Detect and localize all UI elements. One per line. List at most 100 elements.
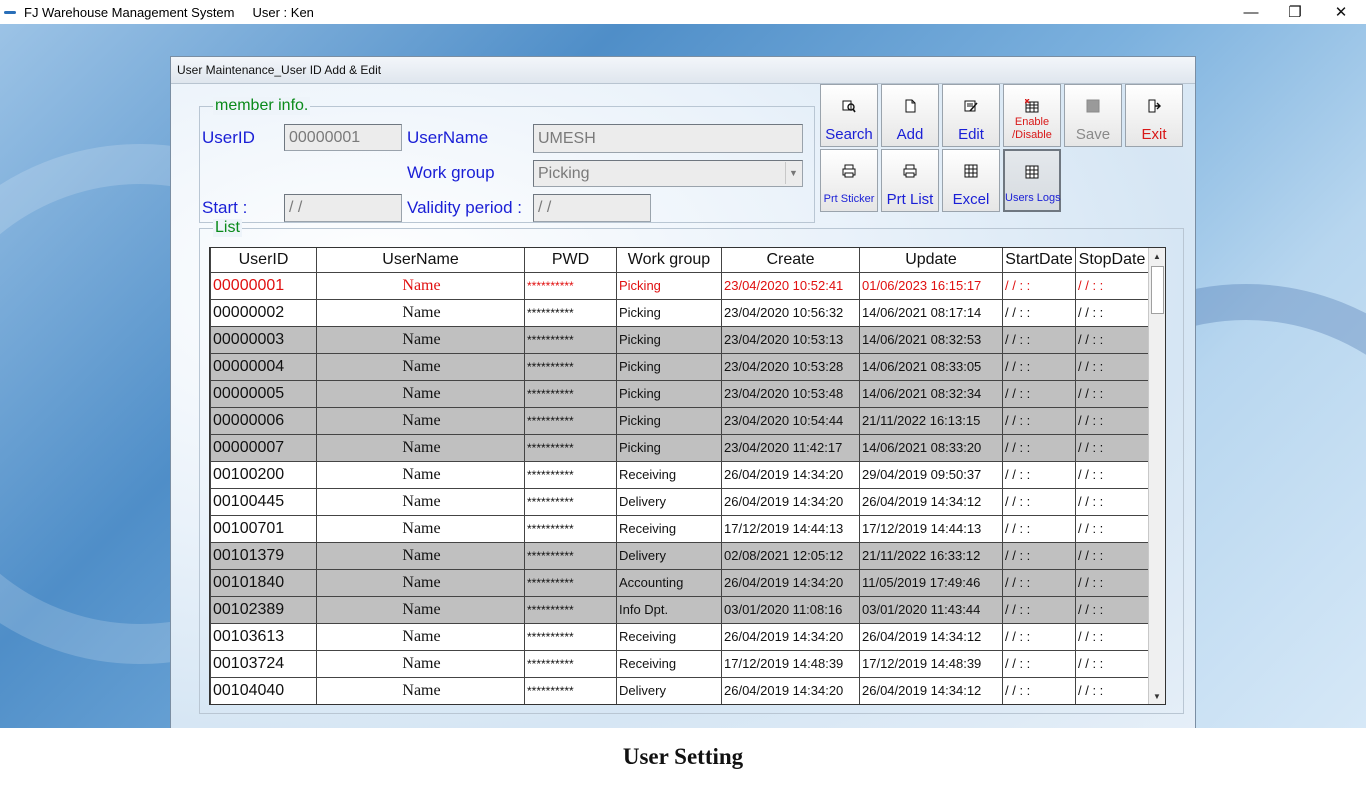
restore-icon[interactable]: ❐ <box>1272 0 1318 24</box>
cell-update: 14/06/2021 08:33:05 <box>859 352 1003 381</box>
add-button[interactable]: Add <box>881 84 939 147</box>
cell-create: 26/04/2019 14:34:20 <box>721 676 860 704</box>
table-row[interactable]: 00103724 Name ********** Receiving 17/12/201… <box>210 649 1149 678</box>
col-header-startdate[interactable]: StartDate <box>1002 248 1076 273</box>
cell-pwd: ********** <box>524 271 617 300</box>
cell-stop: / / : : <box>1075 379 1149 408</box>
col-header-workgroup[interactable]: Work group <box>616 248 722 273</box>
cell-create: 23/04/2020 10:53:13 <box>721 325 860 354</box>
table-row[interactable]: 00103613 Name ********** Receiving 26/04/201… <box>210 622 1149 651</box>
print-list-button[interactable]: Prt List <box>881 149 939 212</box>
cell-start: / / : : <box>1002 298 1076 327</box>
table-row[interactable]: 00100445 Name ********** Delivery 26/04/2019… <box>210 487 1149 516</box>
scroll-down-icon[interactable]: ▼ <box>1149 688 1165 704</box>
workgroup-label: Work group <box>407 163 495 182</box>
table-row[interactable]: 00000002 Name ********** Picking 23/04/2020 … <box>210 298 1149 327</box>
table-row[interactable]: 00100701 Name ********** Receiving 17/12/201… <box>210 514 1149 543</box>
cell-id: 00000003 <box>210 325 317 354</box>
cell-stop: / / : : <box>1075 541 1149 570</box>
userid-field[interactable]: 00000001 <box>284 124 402 151</box>
cell-stop: / / : : <box>1075 676 1149 704</box>
cell-id: 00000002 <box>210 298 317 327</box>
cell-id: 00100200 <box>210 460 317 489</box>
vertical-scrollbar[interactable]: ▲ ▼ <box>1148 248 1165 704</box>
cell-name: Name <box>316 352 525 381</box>
cell-pwd: ********** <box>524 514 617 543</box>
cell-name: Name <box>316 622 525 651</box>
table-row[interactable]: 00000001 Name ********** Picking 23/04/2020 … <box>210 271 1149 300</box>
close-icon[interactable]: ✕ <box>1318 0 1364 24</box>
user-list-grid[interactable]: UserID UserName PWD Work group Create Up… <box>209 247 1166 705</box>
cell-pwd: ********** <box>524 352 617 381</box>
exit-button[interactable]: Exit <box>1125 84 1183 147</box>
col-header-create[interactable]: Create <box>721 248 860 273</box>
cell-update: 21/11/2022 16:13:15 <box>859 406 1003 435</box>
cell-group: Delivery <box>616 487 722 516</box>
col-header-pwd[interactable]: PWD <box>524 248 617 273</box>
table-row[interactable]: 00104040 Name ********** Delivery 26/04/2019… <box>210 676 1149 704</box>
cell-name: Name <box>316 433 525 462</box>
table-row[interactable]: 00000004 Name ********** Picking 23/04/2020 … <box>210 352 1149 381</box>
table-row[interactable]: 00102389 Name ********** Info Dpt. 03/01/202… <box>210 595 1149 624</box>
table-row[interactable]: 00000007 Name ********** Picking 23/04/2020 … <box>210 433 1149 462</box>
users-logs-button[interactable]: Users Logs <box>1003 149 1061 212</box>
user-maintenance-dialog: User Maintenance_User ID Add & Edit memb… <box>170 56 1196 728</box>
workgroup-select[interactable]: Picking ▼ <box>533 160 803 187</box>
table-row[interactable]: 00000005 Name ********** Picking 23/04/2020 … <box>210 379 1149 408</box>
table-row[interactable]: 00000006 Name ********** Picking 23/04/2020 … <box>210 406 1149 435</box>
printer-icon <box>842 164 856 178</box>
table-row[interactable]: 00000003 Name ********** Picking 23/04/2020 … <box>210 325 1149 354</box>
cell-pwd: ********** <box>524 298 617 327</box>
cell-name: Name <box>316 487 525 516</box>
cell-update: 14/06/2021 08:17:14 <box>859 298 1003 327</box>
cell-start: / / : : <box>1002 325 1076 354</box>
chevron-down-icon[interactable]: ▼ <box>785 162 801 184</box>
desktop-background: User Maintenance_User ID Add & Edit memb… <box>0 24 1366 728</box>
cell-stop: / / : : <box>1075 487 1149 516</box>
start-date-field[interactable]: / / <box>284 194 402 222</box>
cell-pwd: ********** <box>524 541 617 570</box>
edit-button[interactable]: Edit <box>942 84 1000 147</box>
cell-start: / / : : <box>1002 487 1076 516</box>
col-header-stopdate[interactable]: StopDate <box>1075 248 1149 273</box>
validity-period-field[interactable]: / / <box>533 194 651 222</box>
cell-id: 00101379 <box>210 541 317 570</box>
enable-disable-button[interactable]: Enable /Disable <box>1003 84 1061 147</box>
cell-stop: / / : : <box>1075 325 1149 354</box>
col-header-userid[interactable]: UserID <box>210 248 317 273</box>
col-header-username[interactable]: UserName <box>316 248 525 273</box>
cell-pwd: ********** <box>524 649 617 678</box>
excel-icon <box>964 164 978 178</box>
print-sticker-button[interactable]: Prt Sticker <box>820 149 878 212</box>
table-row[interactable]: 00101840 Name ********** Accounting 26/04/20… <box>210 568 1149 597</box>
dialog-title: User Maintenance_User ID Add & Edit <box>171 57 1195 84</box>
minimize-icon[interactable]: — <box>1228 0 1274 24</box>
start-label: Start : <box>202 198 248 217</box>
member-info-legend: member info. <box>213 97 311 115</box>
cell-update: 14/06/2021 08:33:20 <box>859 433 1003 462</box>
cell-name: Name <box>316 595 525 624</box>
col-header-update[interactable]: Update <box>859 248 1003 273</box>
cell-id: 00103724 <box>210 649 317 678</box>
cell-create: 23/04/2020 10:53:48 <box>721 379 860 408</box>
scroll-thumb[interactable] <box>1151 266 1164 314</box>
cell-stop: / / : : <box>1075 271 1149 300</box>
search-button[interactable]: Search <box>820 84 878 147</box>
cell-pwd: ********** <box>524 460 617 489</box>
current-user: User : Ken <box>252 4 314 20</box>
table-row[interactable]: 00100200 Name ********** Receiving 26/04/201… <box>210 460 1149 489</box>
cell-id: 00000007 <box>210 433 317 462</box>
username-field[interactable]: UMESH <box>533 124 803 153</box>
cell-start: / / : : <box>1002 433 1076 462</box>
table-row[interactable]: 00101379 Name ********** Delivery 02/08/2021… <box>210 541 1149 570</box>
cell-update: 01/06/2023 16:15:17 <box>859 271 1003 300</box>
cell-group: Receiving <box>616 514 722 543</box>
cell-start: / / : : <box>1002 406 1076 435</box>
cell-group: Picking <box>616 406 722 435</box>
excel-button[interactable]: Excel <box>942 149 1000 212</box>
save-button[interactable]: Save <box>1064 84 1122 147</box>
cell-pwd: ********** <box>524 487 617 516</box>
cell-create: 26/04/2019 14:34:20 <box>721 487 860 516</box>
scroll-up-icon[interactable]: ▲ <box>1149 248 1165 264</box>
cell-update: 26/04/2019 14:34:12 <box>859 487 1003 516</box>
